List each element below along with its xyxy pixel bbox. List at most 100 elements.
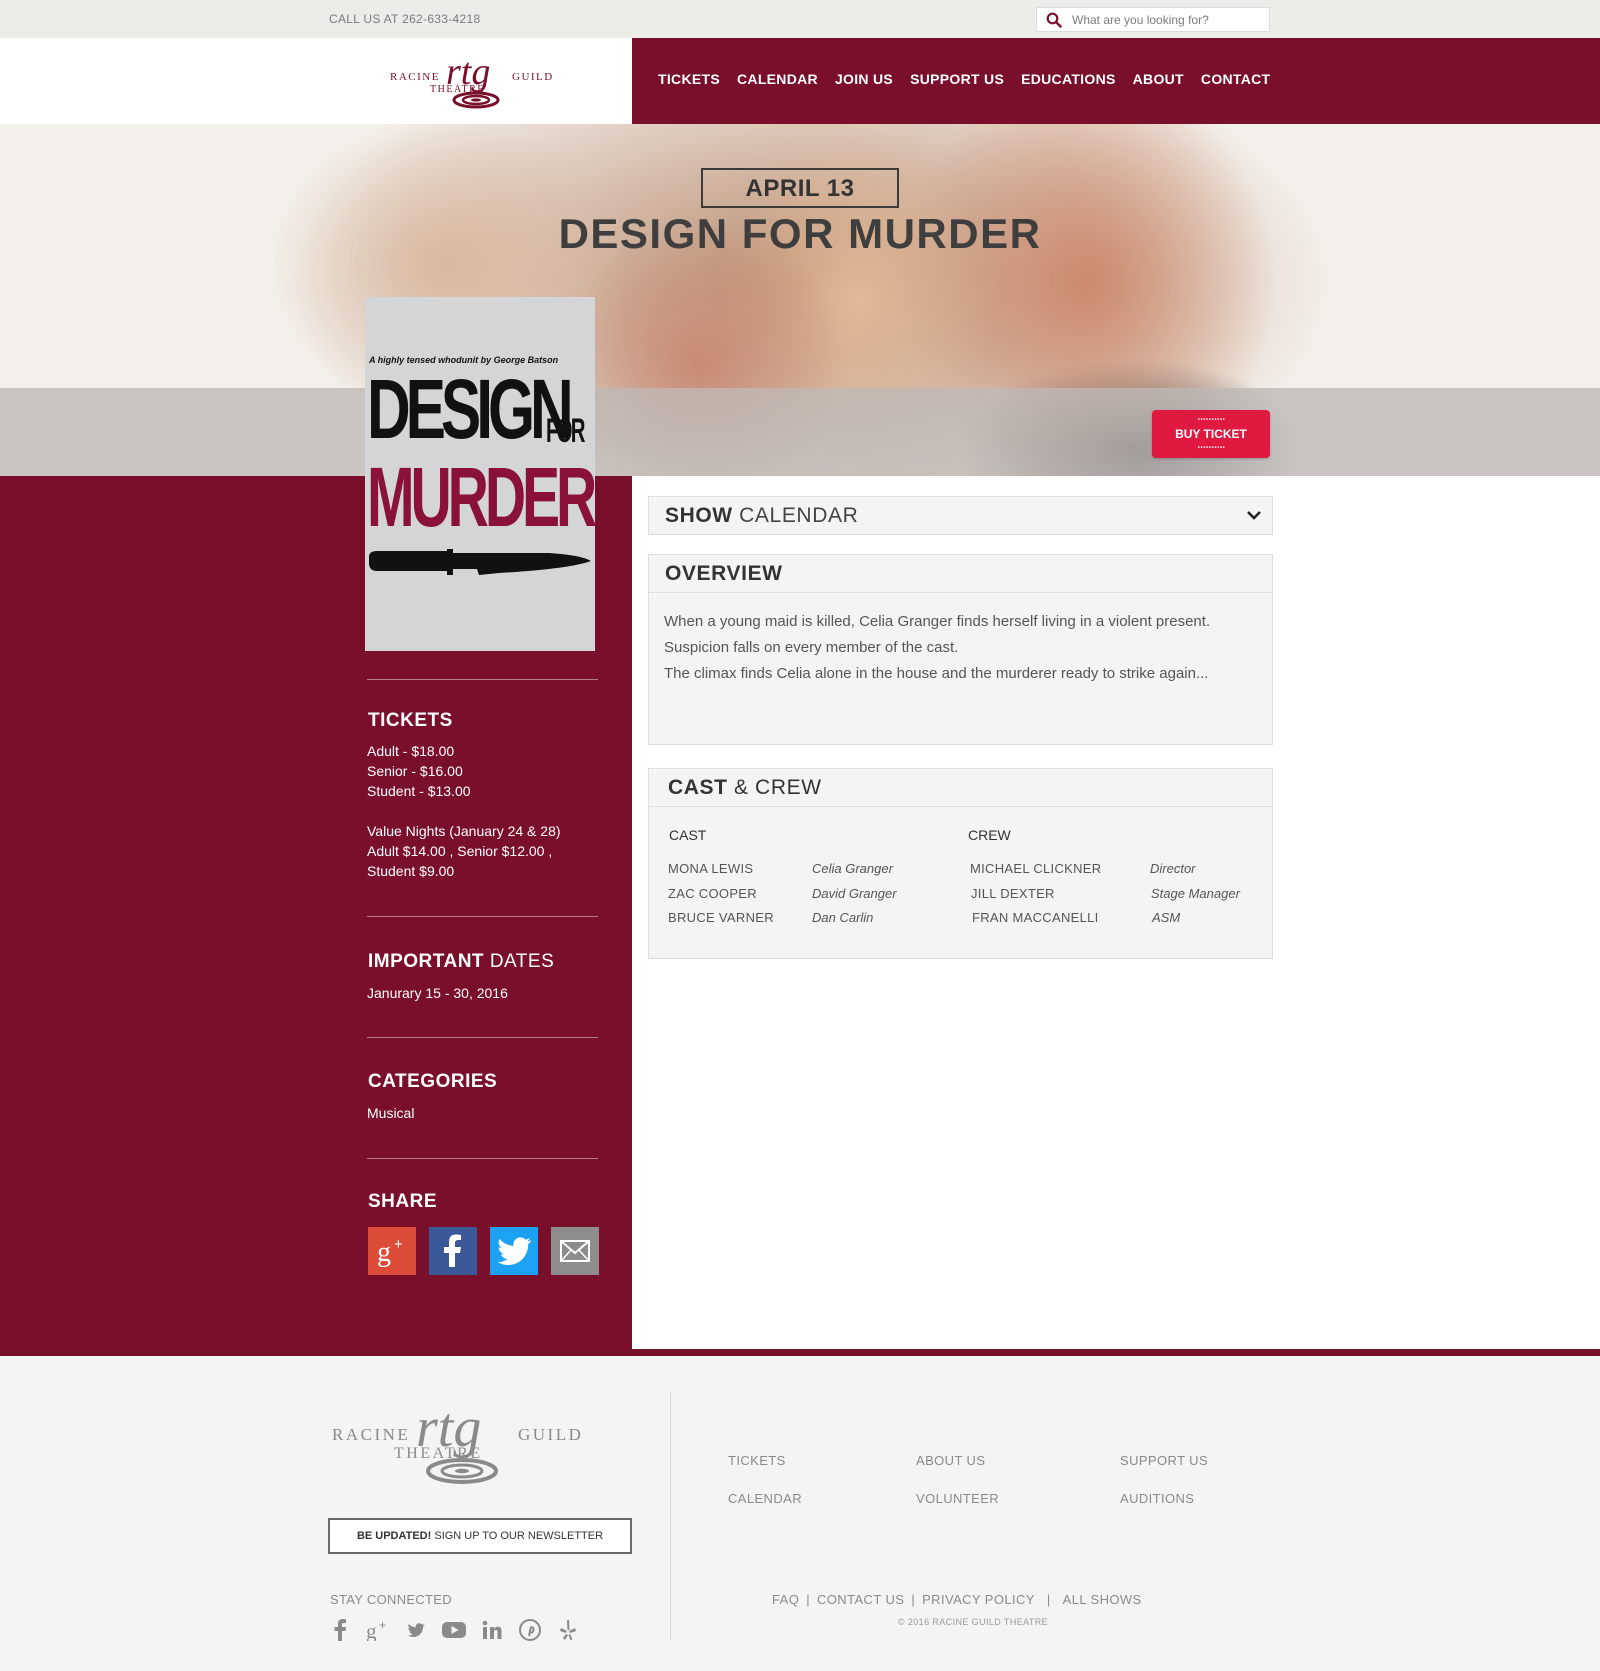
poster-title-for: FOR bbox=[546, 412, 585, 450]
categories-heading: CATEGORIES bbox=[368, 1071, 498, 1092]
svg-text:RACINE: RACINE bbox=[332, 1425, 410, 1444]
header-logo-area: RACINE GUILD THEATRE rtg bbox=[0, 38, 632, 124]
cast-crew-heading: CAST & CREW bbox=[649, 769, 1272, 807]
footer-link-contact-us[interactable]: CONTACT US bbox=[817, 1592, 904, 1607]
overview-paragraph: When a young maid is killed, Celia Grang… bbox=[664, 613, 1211, 630]
separator: | bbox=[806, 1592, 810, 1607]
poster-title-murder: MURDER bbox=[367, 450, 597, 544]
footer-link-all-shows[interactable]: ALL SHOWS bbox=[1063, 1592, 1142, 1607]
show-calendar-dropdown[interactable]: SHOW CALENDAR bbox=[648, 496, 1273, 535]
email-icon bbox=[560, 1240, 590, 1262]
share-twitter-button[interactable] bbox=[490, 1227, 538, 1275]
buy-ticket-button[interactable]: BUY TICKET bbox=[1152, 410, 1270, 458]
site-footer: RACINE GUILD THEATRE rtg BE UPDATED! SIG… bbox=[0, 1356, 1600, 1671]
crew-member-name: JILL DEXTER bbox=[971, 886, 1055, 901]
value-night-prices: Value Nights (January 24 & 28) Adult $14… bbox=[367, 821, 561, 881]
footer-link-volunteer[interactable]: VOLUNTEER bbox=[916, 1491, 999, 1506]
cast-label: CAST bbox=[669, 827, 707, 843]
footer-link-privacy-policy[interactable]: PRIVACY POLICY bbox=[922, 1592, 1035, 1607]
chevron-down-icon bbox=[1247, 511, 1261, 520]
hero-banner: APRIL 13 DESIGN FOR MURDER BUY TICKET bbox=[0, 124, 1600, 476]
sidebar-divider bbox=[367, 916, 598, 917]
separator: | bbox=[911, 1592, 916, 1607]
footer-link-support-us[interactable]: SUPPORT US bbox=[1120, 1453, 1208, 1468]
share-email-button[interactable] bbox=[551, 1227, 599, 1275]
show-date: APRIL 13 bbox=[701, 168, 899, 208]
top-bar: CALL US AT 262-633-4218 bbox=[0, 0, 1600, 38]
newsletter-signup-button[interactable]: BE UPDATED! SIGN UP TO OUR NEWSLETTER bbox=[328, 1518, 632, 1554]
poster-title-design: DESIGN bbox=[367, 362, 574, 456]
overview-panel: OVERVIEW When a young maid is killed, Ce… bbox=[648, 554, 1273, 745]
overview-heading: OVERVIEW bbox=[649, 555, 1272, 593]
cast-crew-panel: CAST & CREW CAST CREW MONA LEWIS Celia G… bbox=[648, 768, 1273, 959]
facebook-icon bbox=[444, 1234, 461, 1267]
share-google-plus-button[interactable]: g + bbox=[368, 1227, 416, 1275]
value-nights-adult-senior: Adult $14.00 , Senior $12.00 , bbox=[367, 843, 553, 859]
show-title: DESIGN FOR MURDER bbox=[558, 210, 1042, 257]
google-plus-icon: g + bbox=[377, 1236, 403, 1268]
svg-text:rtg: rtg bbox=[416, 1397, 481, 1459]
hero-band bbox=[0, 388, 1600, 476]
crew-member-role: Director bbox=[1150, 861, 1196, 876]
knife-icon bbox=[369, 549, 591, 575]
crew-member-role: ASM bbox=[1152, 910, 1181, 925]
cast-member-role: David Granger bbox=[812, 886, 897, 901]
phone-number: CALL US AT 262-633-4218 bbox=[329, 12, 481, 26]
sidebar-divider bbox=[367, 1037, 598, 1038]
ticket-price-senior: Senior - $16.00 bbox=[367, 763, 463, 779]
nav-join-us[interactable]: JOIN US bbox=[835, 71, 893, 87]
nav-educations[interactable]: EDUCATIONS bbox=[1021, 71, 1116, 87]
show-calendar-label: SHOW CALENDAR bbox=[649, 497, 1272, 535]
crew-member-role: Stage Manager bbox=[1151, 886, 1240, 901]
site-logo[interactable]: RACINE GUILD THEATRE rtg bbox=[390, 48, 560, 112]
footer-link-tickets[interactable]: TICKETS bbox=[728, 1453, 786, 1468]
tickets-heading: TICKETS bbox=[368, 710, 453, 731]
copyright-text: © 2016 RACINE GUILD THEATRE bbox=[897, 1617, 1049, 1627]
search-input[interactable] bbox=[1072, 11, 1262, 29]
footer-link-calendar[interactable]: CALENDAR bbox=[728, 1491, 802, 1506]
footer-divider bbox=[670, 1391, 671, 1641]
cast-member-name: ZAC COOPER bbox=[668, 886, 757, 901]
svg-text:GUILD: GUILD bbox=[518, 1425, 583, 1444]
sidebar-divider bbox=[367, 679, 598, 680]
dates-heading: IMPORTANT DATES bbox=[368, 951, 555, 972]
cast-member-role: Dan Carlin bbox=[812, 910, 874, 925]
cast-member-name: BRUCE VARNER bbox=[668, 910, 774, 925]
share-facebook-button[interactable] bbox=[429, 1227, 477, 1275]
main-nav: TICKETS CALENDAR JOIN US SUPPORT US EDUC… bbox=[632, 38, 1600, 124]
search-box[interactable] bbox=[1036, 7, 1270, 32]
svg-text:rtg: rtg bbox=[446, 51, 490, 93]
crew-label: CREW bbox=[968, 827, 1011, 843]
show-dates: Janurary 15 - 30, 2016 bbox=[367, 985, 508, 1001]
ticket-prices: Adult - $18.00 Senior - $16.00 Student -… bbox=[367, 741, 471, 801]
crew-member-name: MICHAEL CLICKNER bbox=[970, 861, 1102, 876]
value-nights-label: Value Nights (January 24 & 28) bbox=[367, 823, 561, 839]
category-musical[interactable]: Musical bbox=[367, 1103, 414, 1123]
ticket-price-student: Student - $13.00 bbox=[367, 783, 471, 799]
overview-paragraph: The climax finds Celia alone in the hous… bbox=[664, 665, 1209, 682]
svg-text:+: + bbox=[394, 1236, 403, 1253]
svg-text:g: g bbox=[377, 1237, 391, 1268]
overview-paragraph: Suspicion falls on every member of the c… bbox=[664, 639, 959, 656]
search-icon[interactable] bbox=[1046, 12, 1062, 28]
cast-member-name: MONA LEWIS bbox=[668, 861, 754, 876]
footer-link-faq[interactable]: FAQ bbox=[772, 1592, 799, 1607]
nav-tickets[interactable]: TICKETS bbox=[658, 71, 720, 87]
footer-logo[interactable]: RACINE GUILD THEATRE rtg bbox=[330, 1394, 590, 1490]
footer-link-auditions[interactable]: AUDITIONS bbox=[1120, 1491, 1194, 1506]
footer-link-about-us[interactable]: ABOUT US bbox=[916, 1453, 985, 1468]
sidebar-divider bbox=[367, 1158, 598, 1159]
stay-connected-label: STAY CONNECTED bbox=[330, 1592, 452, 1607]
twitter-icon bbox=[497, 1237, 532, 1265]
nav-support-us[interactable]: SUPPORT US bbox=[910, 71, 1004, 87]
share-heading: SHARE bbox=[368, 1191, 438, 1212]
share-buttons: g + bbox=[368, 1227, 599, 1275]
nav-contact[interactable]: CONTACT bbox=[1201, 71, 1271, 87]
footer-bottom-links: FAQ | CONTACT US | PRIVACY POLICY | ALL SHOWS bbox=[772, 1592, 1142, 1607]
nav-about[interactable]: ABOUT bbox=[1133, 71, 1184, 87]
crew-member-name: FRAN MACCANELLI bbox=[972, 910, 1099, 925]
cast-member-role: Celia Granger bbox=[812, 861, 893, 876]
value-nights-student: Student $9.00 bbox=[367, 863, 455, 879]
nav-menu: TICKETS CALENDAR JOIN US SUPPORT US EDUC… bbox=[658, 71, 1287, 87]
nav-calendar[interactable]: CALENDAR bbox=[737, 71, 818, 87]
